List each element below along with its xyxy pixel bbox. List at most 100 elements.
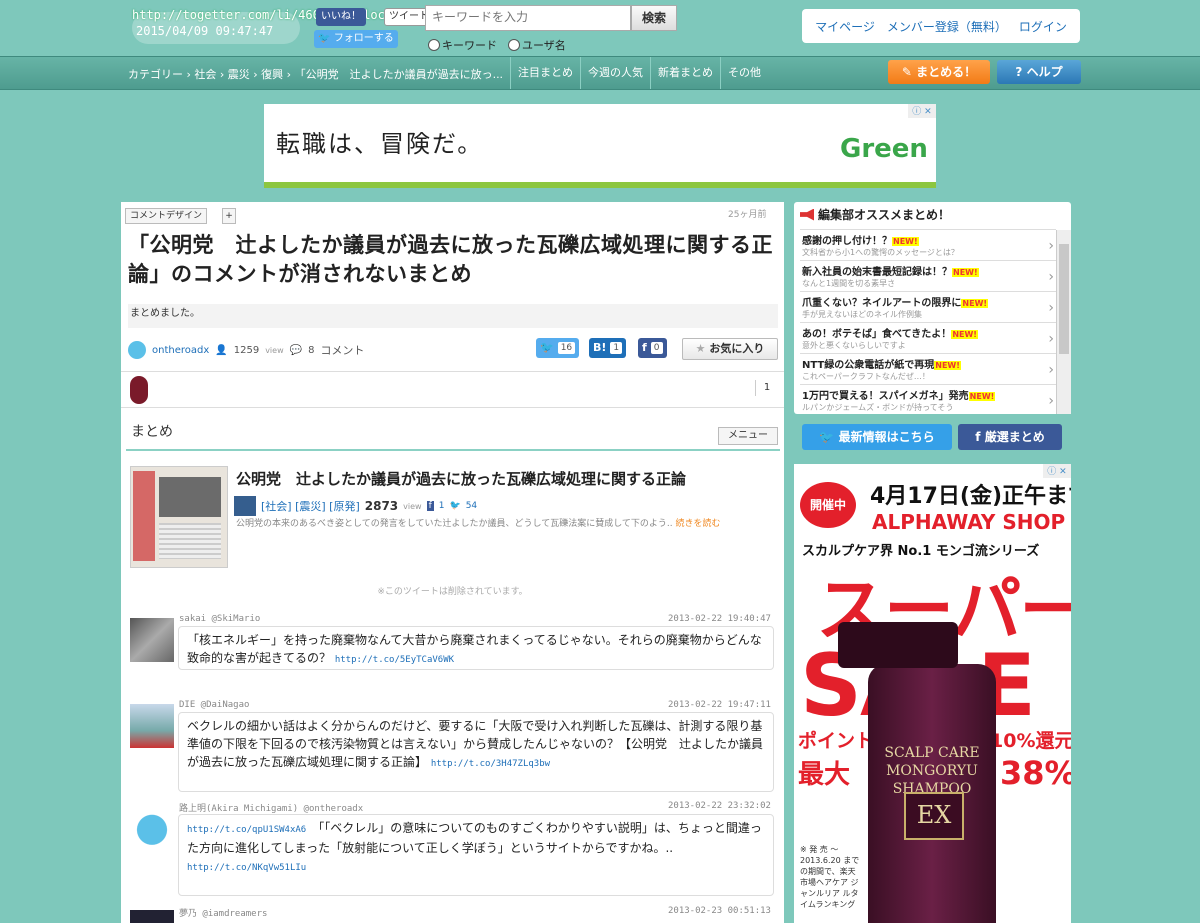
- radio-keyword-label: キーワード: [442, 39, 497, 52]
- favorite-button[interactable]: ★ お気に入り: [682, 338, 778, 360]
- new-badge: NEW!: [951, 330, 978, 339]
- ad-strip: [264, 182, 936, 188]
- tweet-time[interactable]: 2013-02-23 00:51:13: [668, 906, 771, 916]
- panel-scrollbar[interactable]: [1056, 230, 1071, 414]
- tweet-link[interactable]: http://t.co/5EyTCaV6WK: [335, 655, 454, 665]
- help-label: ヘルプ: [1026, 65, 1063, 79]
- linked-author-avatar[interactable]: [234, 496, 256, 516]
- new-badge: NEW!: [952, 268, 979, 277]
- thumb-photo: [159, 477, 221, 517]
- comment-label[interactable]: コメント: [320, 342, 364, 358]
- tab-featured[interactable]: 注目まとめ: [510, 57, 580, 89]
- tweet-link[interactable]: http://t.co/qpU1SW4xA6: [187, 825, 306, 835]
- tab-other[interactable]: その他: [720, 57, 768, 89]
- shampoo-bottle-image: SCALP CARE MONGORYU SHAMPOO EX: [838, 622, 996, 923]
- login-link[interactable]: ログイン: [1019, 18, 1067, 35]
- radio-keyword[interactable]: キーワード: [428, 37, 497, 53]
- tweet-avatar[interactable]: [130, 810, 174, 854]
- create-matome-label: まとめる！: [916, 65, 977, 79]
- breadcrumb[interactable]: カテゴリー › 社会 › 震災 › 復興 › 「公明党 辻よしたか議員が過去に放…: [128, 66, 503, 82]
- twitter-follow-button[interactable]: 🐦 フォローする: [314, 30, 398, 48]
- hatena-bookmark-button[interactable]: B! 1: [589, 338, 627, 358]
- tweet-avatar[interactable]: [130, 618, 174, 662]
- thumb-text: [159, 523, 221, 559]
- read-more-link[interactable]: 続きを読む: [676, 519, 721, 529]
- ad-info-icon[interactable]: ⓘ ✕: [908, 104, 936, 118]
- chevron-right-icon: ›: [1048, 393, 1054, 409]
- recommended-item[interactable]: あの！ボテそば」食べてきたよ！NEW! 意外と悪くないらしいですよ ›: [800, 322, 1056, 354]
- linked-title[interactable]: 公明党 辻よしたか議員が過去に放った瓦礫広域処理に関する正論: [236, 468, 686, 489]
- author-avatar[interactable]: [128, 341, 146, 359]
- tweet-body: 「核エネルギー」を持った廃棄物なんて大昔から廃棄されまくってるじゃない。それらの…: [178, 626, 774, 670]
- search-box: [425, 5, 634, 31]
- recommended-item[interactable]: NTT緑の公衆電話が紙で再現NEW! これペーパークラフトなんだぜ…！ ›: [800, 353, 1056, 385]
- tweet-link[interactable]: http://t.co/3H47ZLq3bw: [431, 759, 550, 769]
- facebook-icon: f: [642, 341, 647, 354]
- linked-tags[interactable]: [社会] [震災] [原発]: [261, 498, 360, 514]
- create-matome-button[interactable]: ✎ まとめる！: [888, 60, 990, 84]
- ad-shop: ALPHAWAY SHOP: [872, 510, 1066, 534]
- tweet-author[interactable]: sakai @SkiMario: [179, 614, 260, 624]
- recommended-item[interactable]: 爪重くない？ネイルアートの限界にNEW! 手が見えないほどのネイル作例集 ›: [800, 291, 1056, 323]
- sidebar-ad[interactable]: 開催中 4月17日(金)正午まで ALPHAWAY SHOP スカルプケア界 N…: [794, 464, 1071, 923]
- ad-percent-off: 38%off: [1000, 754, 1071, 792]
- search-input[interactable]: [426, 6, 634, 28]
- new-badge: NEW!: [961, 299, 989, 308]
- help-button[interactable]: ? ヘルプ: [997, 60, 1081, 84]
- tweet-author[interactable]: DIE @DaiNagao: [179, 700, 249, 710]
- tab-new[interactable]: 新着まとめ: [650, 57, 720, 89]
- tab-weekly-popular[interactable]: 今週の人気: [580, 57, 650, 89]
- comment-design-tag[interactable]: コメントデザイン: [125, 208, 208, 224]
- scrollbar-thumb[interactable]: [1059, 244, 1069, 354]
- linked-description: 公明党の本来のあるべき姿としての発言をしていた辻よしたか議員、どうして瓦礫法案に…: [236, 518, 776, 530]
- item-title: NTT緑の公衆電話が紙で再現: [802, 360, 935, 371]
- twitter-bird-icon: 🐦: [540, 341, 554, 354]
- twitter-share-button[interactable]: 🐦 16: [536, 338, 580, 358]
- recommended-item[interactable]: 新入社員の始末書最短記録は！？NEW! なんと1週間を切る素早さ ›: [800, 260, 1056, 292]
- twitter-latest-label: 最新情報はこちら: [838, 430, 935, 444]
- author-name[interactable]: ontheroadx: [152, 345, 209, 356]
- item-title: 爪重くない？ネイルアートの限界に: [802, 298, 962, 309]
- tweet-avatar[interactable]: [130, 910, 174, 923]
- article-description: まとめました。: [128, 304, 778, 328]
- tweet-avatar[interactable]: [130, 704, 174, 748]
- ad-date: 4月17日(金)正午まで: [870, 484, 1071, 509]
- bottle-ex-label: EX: [904, 792, 964, 840]
- menu-button[interactable]: メニュー: [718, 427, 778, 445]
- facebook-picks-button[interactable]: f 厳選まとめ: [958, 424, 1062, 450]
- divider: [121, 371, 784, 372]
- recommended-item[interactable]: 1万円で買える！スパイメガネ」発売NEW! ルパンかジェームズ・ボンドが持ってそう…: [800, 384, 1056, 416]
- recommended-item[interactable]: 感謝の押し付け！？NEW! 文科省から小1への驚愕のメッセージとは？ ›: [800, 229, 1056, 261]
- mypage-link[interactable]: マイページ: [815, 18, 875, 35]
- facebook-share-button[interactable]: f0: [638, 338, 667, 358]
- item-subtitle: 手が見えないほどのネイル作例集: [802, 310, 922, 319]
- tweet-author[interactable]: 夢乃 @iamdreamers: [179, 906, 267, 919]
- search-button[interactable]: 検索: [631, 5, 677, 31]
- linked-tw-count: 54: [465, 501, 478, 511]
- recommended-panel: 編集部オススメまとめ！ 感謝の押し付け！？NEW! 文科省から小1への驚愕のメッセ…: [794, 202, 1071, 414]
- tweet-time[interactable]: 2013-02-22 19:40:47: [668, 614, 771, 624]
- linked-fb-count: 1: [438, 501, 445, 511]
- bean-mascot-icon[interactable]: [130, 376, 148, 404]
- register-link[interactable]: メンバー登録（無料）: [887, 18, 1007, 35]
- tweet-time[interactable]: 2013-02-22 19:47:11: [668, 700, 771, 710]
- twitter-latest-button[interactable]: 🐦 最新情報はこちら: [802, 424, 952, 450]
- tweet-time[interactable]: 2013-02-22 23:32:02: [668, 801, 771, 811]
- tweet-link[interactable]: http://t.co/NKqVw51LIu: [187, 863, 306, 873]
- add-tag-button[interactable]: +: [222, 208, 236, 224]
- item-title: 1万円で買える！スパイメガネ」発売: [802, 391, 969, 402]
- facebook-count: 0: [650, 342, 663, 354]
- view-count: 1259: [233, 344, 260, 356]
- radio-username[interactable]: ユーザ名: [508, 37, 566, 53]
- site-logo[interactable]: http://togetter.com/li/460742?c_location…: [132, 8, 443, 46]
- new-badge: NEW!: [968, 392, 996, 401]
- newspaper-thumbnail[interactable]: [130, 466, 228, 568]
- ad-info-icon[interactable]: ⓘ ✕: [1043, 464, 1071, 478]
- star-icon: ★: [695, 342, 706, 355]
- tweet-author[interactable]: 路上明(Akira Michigami) @ontheroadx: [179, 801, 363, 814]
- article-meta: ontheroadx 👤 1259 view 💬 8 コメント: [128, 340, 364, 360]
- facebook-like-button[interactable]: いいね！: [316, 8, 366, 26]
- top-banner-ad[interactable]: 転職は、冒険だ。 Green ⓘ ✕: [264, 104, 936, 188]
- linked-matome-card[interactable]: 公明党 辻よしたか議員が過去に放った瓦礫広域処理に関する正論 [社会] [震災]…: [126, 462, 780, 572]
- item-subtitle: 文科省から小1への驚愕のメッセージとは？: [802, 248, 959, 257]
